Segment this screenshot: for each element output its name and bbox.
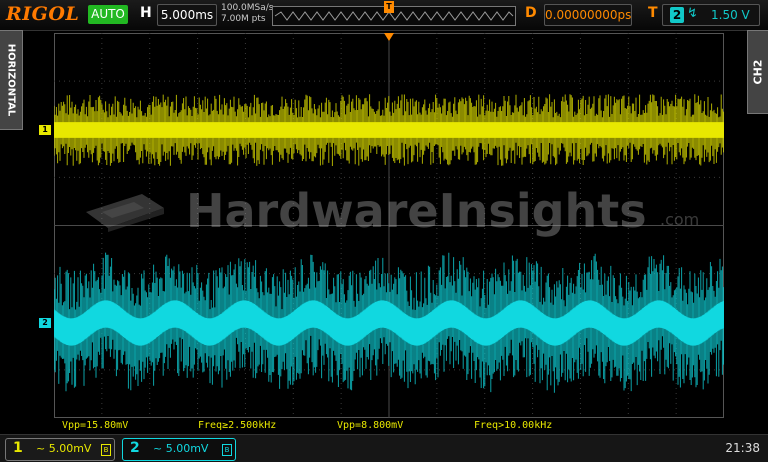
ch2-number: 2 <box>130 440 140 456</box>
ch2-menu-tab[interactable]: CH2 <box>747 30 768 114</box>
horizontal-label: H <box>140 5 152 21</box>
ch2-scale: ~ 5.00mV <box>153 442 209 455</box>
memory-depth: 7.00M pts <box>221 14 266 24</box>
watermark-domain: .com <box>660 210 700 229</box>
delay-value[interactable]: 0.00000000ps <box>544 4 632 26</box>
sampling-info: 100.0MSa/s 7.00M pts <box>221 3 273 25</box>
sample-rate: 100.0MSa/s <box>221 3 274 13</box>
ch2-vpp-measurement: Vpp=8.800mV <box>337 420 404 431</box>
ch1-scale: ~ 5.00mV <box>36 442 92 455</box>
bandwidth-limit-icon: B <box>101 444 111 456</box>
watermark-text: HardwareInsights <box>186 184 647 238</box>
horizontal-menu-tab[interactable]: HORIZONTAL <box>0 30 23 130</box>
memory-overview-waveform <box>274 11 514 21</box>
measurement-strip: Vpp=15.80mV Freq≥2.500kHz Vpp=8.800mV Fr… <box>0 418 768 434</box>
trigger-settings[interactable]: 2 ↯ 1.50 V <box>662 4 760 26</box>
watermark-logo-icon <box>86 194 164 232</box>
ch1-number: 1 <box>13 440 23 456</box>
horizontal-tab-label: HORIZONTAL <box>5 43 17 117</box>
ch1-vpp-measurement: Vpp=15.80mV <box>62 420 129 431</box>
ch2-tab-label: CH2 <box>751 59 765 85</box>
run-state-button[interactable]: AUTO <box>88 5 128 24</box>
memory-overview-strip[interactable] <box>272 6 516 26</box>
channel-status-bar: 1 ~ 5.00mV B 2 ~ 5.00mV B 21:38 <box>0 434 768 462</box>
trigger-source-badge: 2 <box>670 7 684 23</box>
trigger-time-marker <box>384 33 394 41</box>
delay-label: D <box>525 5 537 21</box>
clock: 21:38 <box>725 441 760 455</box>
ch1-trace-core <box>54 122 724 138</box>
ch2-status-box[interactable]: 2 ~ 5.00mV B <box>122 438 236 461</box>
ch1-freq-measurement: Freq≥2.500kHz <box>198 420 277 431</box>
brand-logo: RIGOL <box>6 3 80 25</box>
trigger-position-marker: T <box>384 1 394 13</box>
trigger-level: 1.50 V <box>711 8 750 22</box>
bandwidth-limit-icon: B <box>222 444 232 456</box>
ch1-offset-marker[interactable]: 1 <box>39 125 51 135</box>
watermark: HardwareInsights .com <box>82 184 702 238</box>
ch2-offset-marker[interactable]: 2 <box>39 318 51 328</box>
ch2-freq-measurement: Freq>10.00kHz <box>474 420 553 431</box>
top-status-bar: RIGOL AUTO H 5.000ms 100.0MSa/s 7.00M pt… <box>0 0 768 31</box>
timebase-value[interactable]: 5.000ms <box>157 4 217 26</box>
ch1-status-box[interactable]: 1 ~ 5.00mV B <box>5 438 115 461</box>
rising-edge-icon: ↯ <box>687 6 698 21</box>
trigger-label: T <box>648 5 658 21</box>
